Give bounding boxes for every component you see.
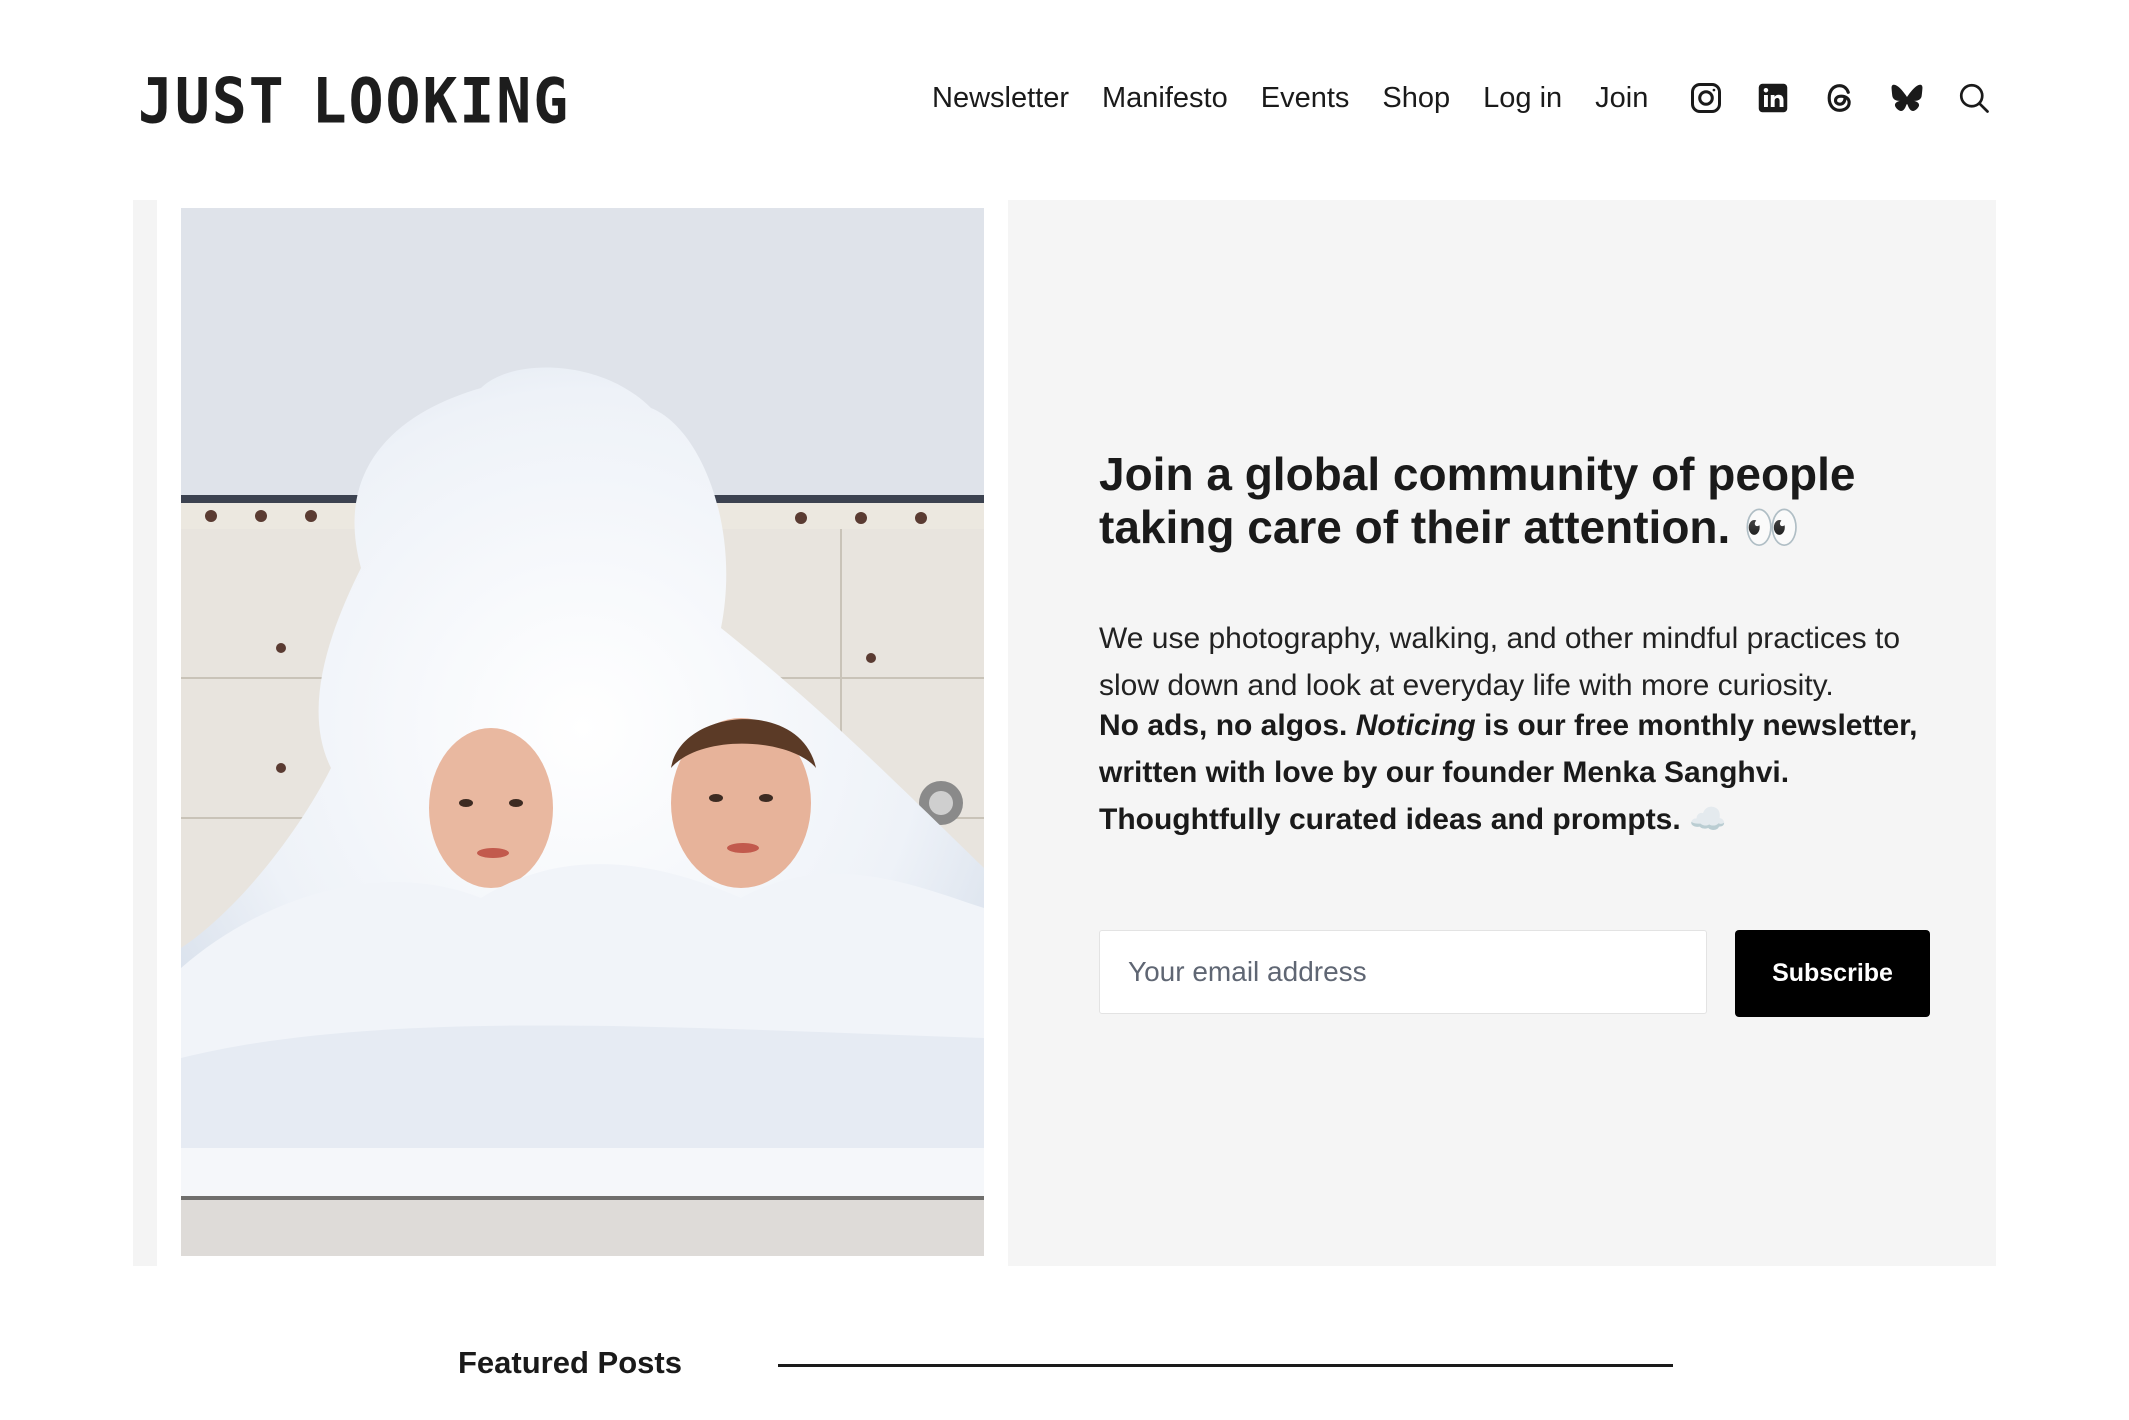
nav-manifesto[interactable]: Manifesto [1102, 82, 1228, 115]
nav-log-in[interactable]: Log in [1483, 82, 1562, 115]
hero-photo-bubble-bath [181, 208, 984, 1256]
subscribe-form: Subscribe [1099, 930, 1930, 1017]
newsletter-name: Noticing [1355, 709, 1476, 742]
nav-shop[interactable]: Shop [1382, 82, 1450, 115]
nav-events[interactable]: Events [1261, 82, 1350, 115]
bluesky-icon[interactable] [1889, 80, 1925, 116]
site-header: JUST LOOKING Newsletter Manifesto Events … [0, 0, 2129, 200]
logo-word-looking: LOOKING [311, 64, 571, 138]
newsletter-pitch: No ads, no algos. Noticing is our free m… [1099, 702, 1959, 843]
nav-newsletter[interactable]: Newsletter [932, 82, 1069, 115]
page: JUST LOOKING Newsletter Manifesto Events … [0, 0, 2129, 1420]
hero-description: We use photography, walking, and other m… [1099, 622, 1901, 702]
social-icons [1688, 80, 2023, 116]
hero-headline: Join a global community of people taking… [1099, 448, 1856, 553]
site-logo[interactable]: JUST LOOKING [138, 64, 570, 137]
hero-image-column [133, 200, 1008, 1266]
decorative-strip [133, 200, 157, 1266]
nav-join[interactable]: Join [1595, 82, 1648, 115]
hero-section: Join a global community of people taking… [133, 200, 1996, 1266]
threads-icon[interactable] [1822, 80, 1858, 116]
subscribe-button[interactable]: Subscribe [1735, 930, 1930, 1017]
search-icon[interactable] [1956, 80, 1992, 116]
instagram-icon[interactable] [1688, 80, 1724, 116]
featured-posts-heading: Featured Posts [458, 1345, 682, 1380]
pitch-lead: No ads, no algos. [1099, 709, 1356, 742]
email-field[interactable] [1099, 930, 1707, 1014]
logo-word-just: JUST [138, 64, 286, 138]
featured-divider [778, 1364, 1673, 1367]
newsletter-panel: Join a global community of people taking… [1008, 200, 1996, 1266]
linkedin-icon[interactable] [1755, 80, 1791, 116]
main-nav: Newsletter Manifesto Events Shop Log in … [932, 82, 1681, 115]
